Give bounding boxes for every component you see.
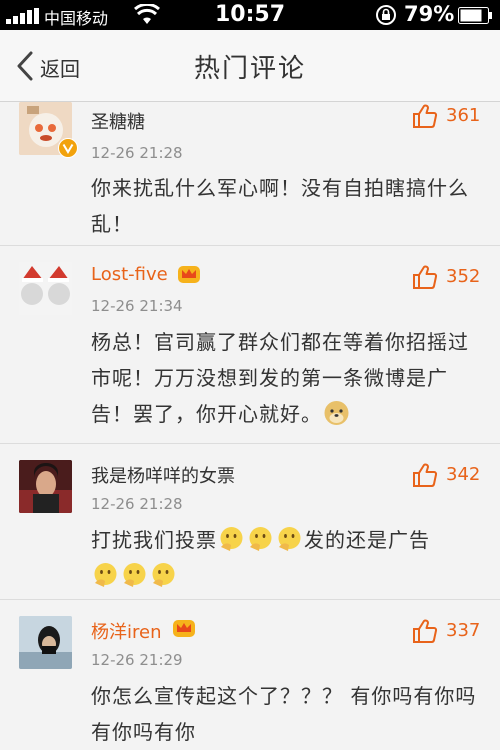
like-button[interactable]: 342 [412,462,492,488]
like-button[interactable]: 352 [412,264,492,290]
doge-emoji-icon [324,401,349,425]
comment-item: 圣糖糖 12-26 21:28 361 你来扰乱什么军心啊！没有自拍瞎搞什么乱！ [0,102,500,246]
battery-icon [458,7,492,24]
thinking-emoji-icon [123,563,146,587]
status-bar: 中国移动 10:57 79% [0,0,500,30]
timestamp: 12-26 21:28 [91,144,183,162]
comment-text-content: 发的还是广告 [304,528,430,552]
verified-badge-icon [58,138,78,158]
avatar[interactable] [19,262,72,315]
timestamp: 12-26 21:29 [91,651,183,669]
thinking-emoji-icon [94,563,117,587]
avatar[interactable] [19,460,72,513]
navigation-bar: 返回 热门评论 [0,30,500,102]
rotation-lock-icon [376,5,396,25]
like-button[interactable]: 337 [412,618,492,644]
comment-text: 打扰我们投票 发的还是广告 [91,522,486,594]
comment-text-content: 杨总！官司赢了群众们都在等着你招摇过市呢！万万没想到发的第一条微博是广告！罢了，… [91,330,469,426]
comment-item: Lost-five 12-26 21:34 352 杨总！官司赢了群众们都在等着… [0,246,500,444]
comment-item: 杨洋iren 12-26 21:29 337 你怎么宣传起这个了？？？ 有你吗有… [0,600,500,750]
comment-list[interactable]: 圣糖糖 12-26 21:28 361 你来扰乱什么军心啊！没有自拍瞎搞什么乱！… [0,102,500,750]
page-title: 热门评论 [193,54,306,84]
timestamp: 12-26 21:28 [91,495,183,513]
username[interactable]: Lost-five [91,264,168,285]
crown-icon [173,620,195,637]
thinking-emoji-icon [249,527,272,551]
like-count: 337 [446,620,481,641]
thinking-emoji-icon [152,563,175,587]
like-count: 352 [446,266,481,287]
like-button[interactable]: 361 [412,103,492,129]
like-count: 342 [446,464,481,485]
timestamp: 12-26 21:34 [91,297,183,315]
comment-text: 杨总！官司赢了群众们都在等着你招摇过市呢！万万没想到发的第一条微博是广告！罢了，… [91,324,486,432]
username[interactable]: 我是杨咩咩的女票 [91,462,235,488]
crown-icon [178,266,200,283]
thumbs-up-icon [413,463,438,487]
comment-text: 你来扰乱什么军心啊！没有自拍瞎搞什么乱！ [91,176,469,236]
comment-item: 我是杨咩咩的女票 12-26 21:28 342 打扰我们投票 发的还是广告 [0,444,500,600]
like-count: 361 [446,105,481,126]
comment-text-content: 打扰我们投票 [91,528,217,552]
avatar[interactable] [19,616,72,669]
comment-text: 你怎么宣传起这个了？？？ 有你吗有你吗有你吗有你 [91,684,477,744]
username[interactable]: 圣糖糖 [91,108,145,134]
thinking-emoji-icon [220,527,243,551]
battery-percent: 79% [404,2,455,26]
thumbs-up-icon [413,104,438,128]
thinking-emoji-icon [278,527,301,551]
thumbs-up-icon [413,619,438,643]
thumbs-up-icon [413,265,438,289]
username[interactable]: 杨洋iren [91,618,162,644]
